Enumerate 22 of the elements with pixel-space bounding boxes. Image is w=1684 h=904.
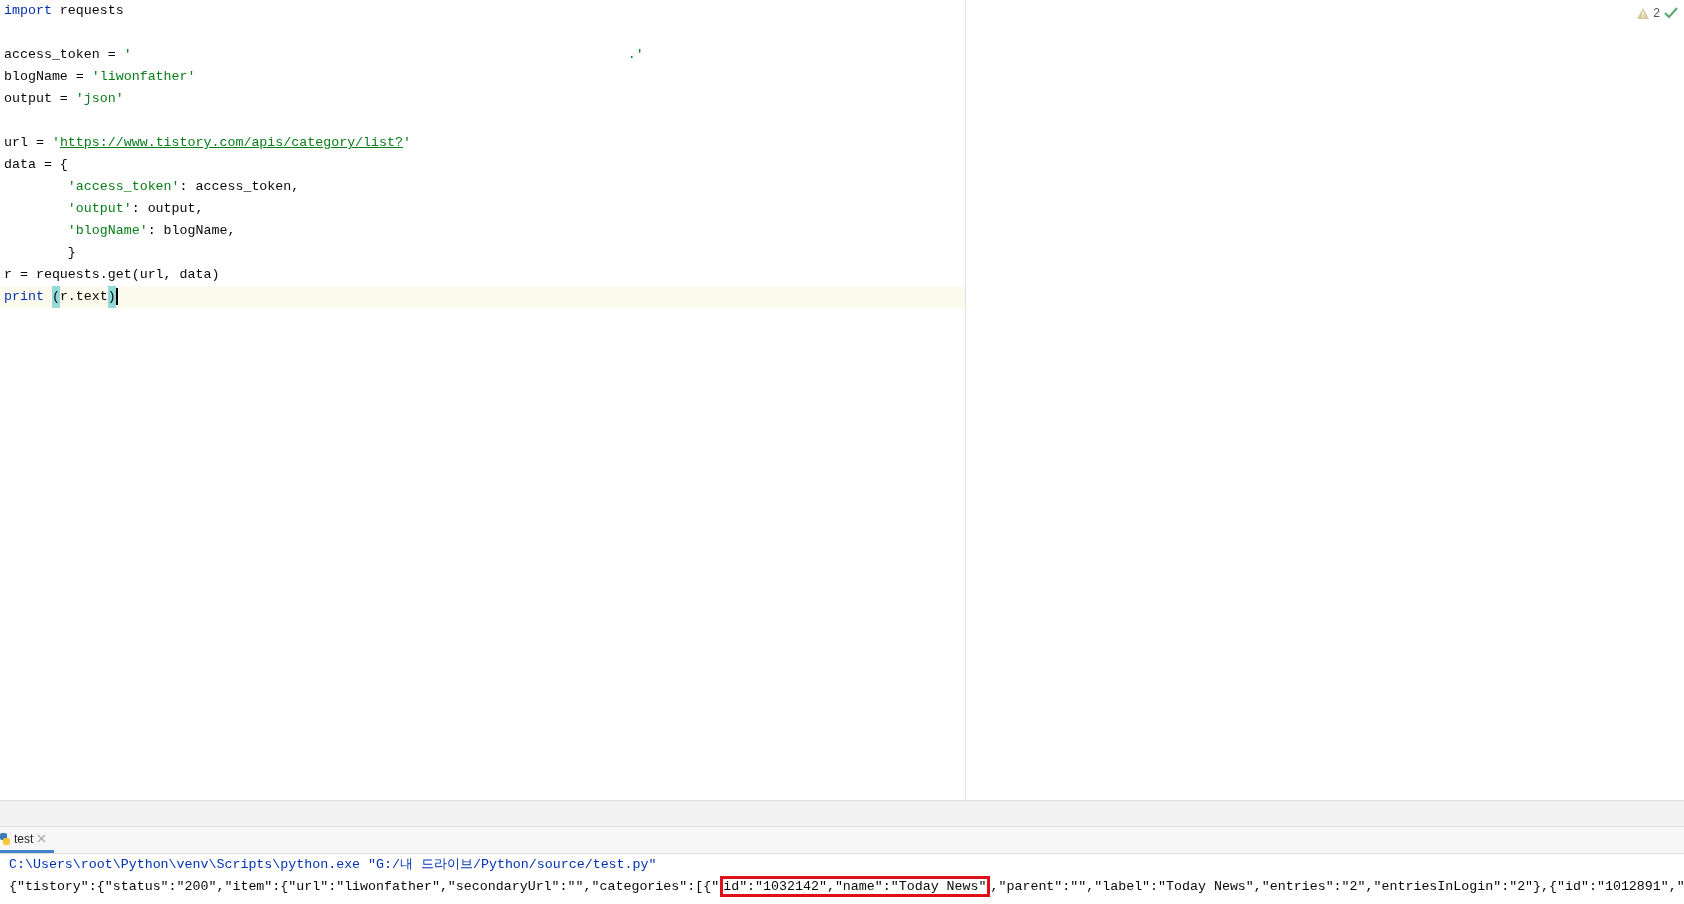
code-line: }	[66, 244, 77, 262]
code-line: import requests	[3, 2, 125, 20]
code-line: 'output': output,	[66, 200, 205, 218]
code-line: blogName = 'liwonfather'	[3, 68, 197, 86]
console-text: {"tistory":{"status":"200","item":{"url":"liwonfather","secondaryUrl":"","categories":[{"	[9, 879, 720, 894]
console-text: C:\Users\root\Python\venv\Scripts\python.exe "G:/내 드라이브/Python/source/test.py"	[9, 857, 657, 872]
check-icon[interactable]	[1664, 7, 1678, 19]
code-line: 'blogName': blogName,	[66, 222, 237, 240]
text-cursor	[115, 288, 118, 305]
python-icon	[0, 832, 10, 845]
run-tab[interactable]: test	[0, 827, 55, 853]
code-line: access_token = ' .'	[3, 46, 645, 64]
code-line: data = {	[3, 156, 69, 174]
console-text: ,"parent":"","label":"Today News","entries":"2","entriesInLogin":"2"},{"id":"1012891","	[990, 879, 1684, 894]
code-line: r = requests.get(url, data)	[3, 266, 221, 284]
close-icon[interactable]	[37, 834, 47, 843]
highlighted-console-text: id":"1032142","name":"Today News"	[720, 876, 990, 897]
code-line: url = 'https://www.tistory.com/apis/category/list?'	[3, 134, 412, 152]
warning-icon[interactable]	[1637, 7, 1650, 19]
warning-count: 2	[1653, 6, 1660, 20]
code-line: 'access_token': access_token,	[66, 178, 301, 196]
code-line: output = 'json'	[3, 90, 125, 108]
